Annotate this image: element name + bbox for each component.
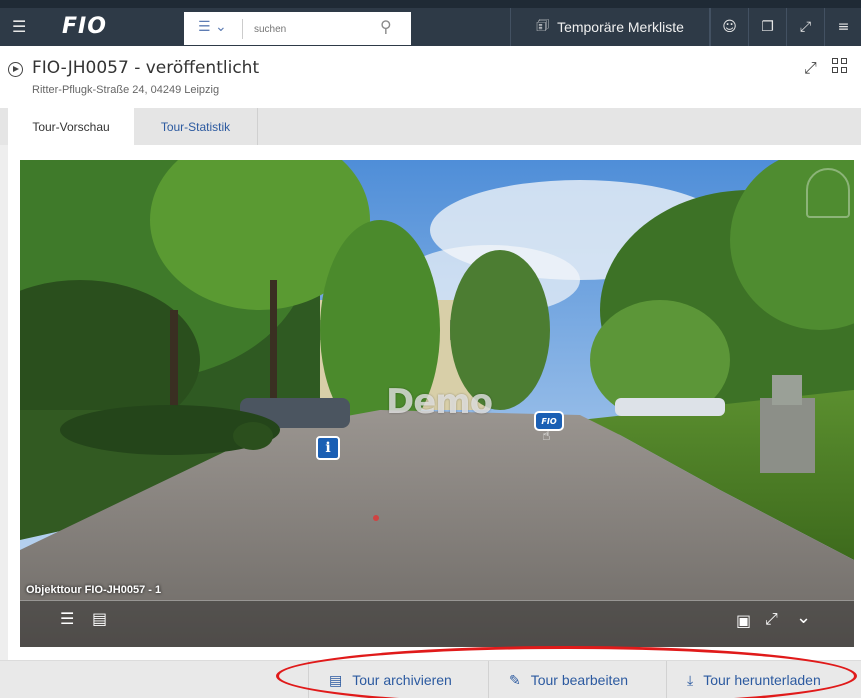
play-icon[interactable]	[8, 62, 23, 77]
archive-tour-label: Tour archivieren	[352, 672, 452, 688]
top-navigation-bar: ☰ FIO ☰ ⌄ ⚲ 🗊 Temporäre Merkliste ☺ ❐ ⤢ …	[0, 0, 861, 46]
tour-viewer[interactable]: Demo i FIO ☝ Objekttour FIO-JH0057 - 1 ☰…	[20, 160, 854, 647]
tab-tour-vorschau[interactable]: Tour-Vorschau	[8, 108, 134, 145]
menu-icon[interactable]: ☰	[12, 18, 30, 36]
info-hotspot-icon[interactable]: i	[316, 436, 340, 460]
edit-tour-button[interactable]: ✎ Tour bearbeiten	[488, 661, 662, 698]
map-icon[interactable]: ▤	[92, 609, 107, 628]
download-tour-label: Tour herunterladen	[703, 672, 821, 688]
archive-tour-button[interactable]: ▤ Tour archivieren	[308, 661, 484, 698]
user-icon[interactable]: ☺	[710, 8, 748, 46]
grid-view-icon[interactable]	[832, 58, 848, 74]
tour-caption: Objekttour FIO-JH0057 - 1	[26, 584, 162, 596]
merkliste-label: Temporäre Merkliste	[557, 19, 684, 35]
app-logo[interactable]: FIO	[62, 14, 107, 39]
action-bar: ▤ Tour archivieren ✎ Tour bearbeiten ⤓ T…	[0, 660, 861, 698]
merkliste-button[interactable]: 🗊 Temporäre Merkliste	[510, 8, 710, 46]
tab-tour-statistik[interactable]: Tour-Statistik	[134, 108, 258, 145]
expand-icon[interactable]: ⤢	[804, 58, 817, 78]
pencil-icon: ✎	[509, 671, 521, 688]
side-menu-icon[interactable]: ≡	[824, 8, 861, 46]
search-icon[interactable]: ⚲	[380, 17, 392, 36]
search-input[interactable]	[254, 19, 364, 39]
property-address: Ritter-Pflugk-Straße 24, 04249 Leipzig	[32, 84, 220, 96]
archive-icon: ▤	[329, 671, 343, 688]
search-box: ☰ ⌄ ⚲	[184, 12, 411, 45]
fullscreen-icon[interactable]: ⤢	[786, 8, 824, 46]
edit-tour-label: Tour bearbeiten	[530, 672, 629, 688]
search-mode-dropdown-icon[interactable]: ☰ ⌄	[198, 19, 227, 35]
search-divider	[242, 19, 243, 39]
vr-glasses-icon[interactable]: ▣	[736, 611, 751, 630]
page-header: FIO-JH0057 - veröffentlicht Ritter-Pflug…	[0, 46, 861, 108]
viewer-control-bar: ☰ ▤ ▣ ⤢ ⌄	[20, 600, 854, 647]
download-icon: ⤓	[687, 671, 694, 688]
fullscreen-toggle-icon[interactable]: ⤢	[765, 609, 778, 629]
hand-cursor-icon: ☝	[542, 428, 551, 444]
tab-bar: Tour-Vorschau Tour-Statistik	[0, 108, 861, 145]
page-title: FIO-JH0057 - veröffentlicht	[32, 58, 260, 78]
chevron-down-icon[interactable]: ⌄	[796, 607, 811, 628]
window-icon[interactable]: ❐	[748, 8, 786, 46]
list-icon[interactable]: ☰	[60, 609, 74, 628]
bookmark-icon: 🗊	[536, 17, 550, 33]
download-tour-button[interactable]: ⤓ Tour herunterladen	[666, 661, 861, 698]
demo-watermark: Demo	[386, 382, 493, 422]
vr-badge-icon	[806, 168, 850, 218]
